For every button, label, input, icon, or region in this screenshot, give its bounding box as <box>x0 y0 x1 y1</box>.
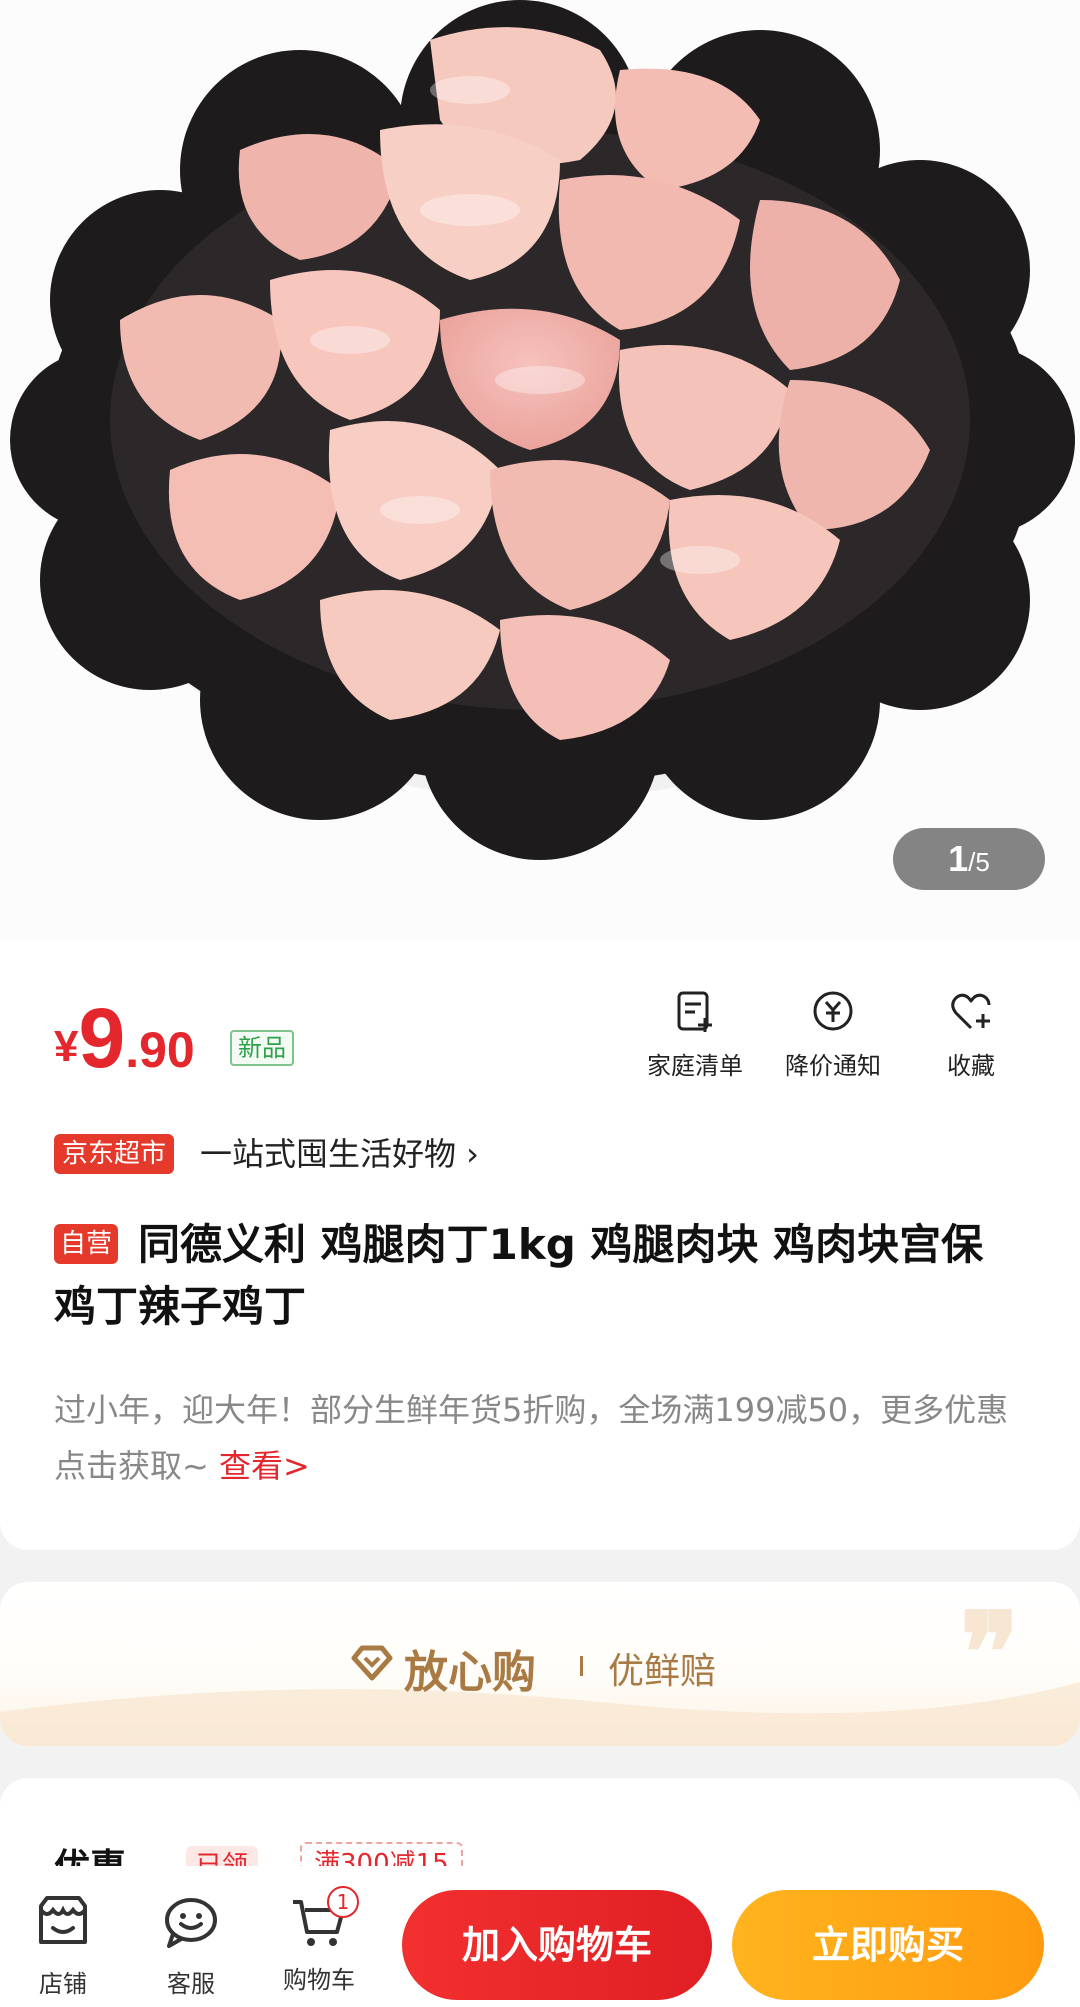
assurance-sub-label: 优鲜赔 <box>608 1651 717 1692</box>
family-list-button[interactable]: 家庭清单 <box>630 988 760 1081</box>
customer-service-tab-label: 客服 <box>167 1970 215 1998</box>
assurance-main-label: 放心购 <box>404 1647 536 1698</box>
image-total-count: /5 <box>968 847 990 877</box>
product-image-gallery[interactable]: 1/5 <box>0 0 1080 940</box>
product-price: ¥9.90 <box>54 990 195 1087</box>
list-add-icon <box>677 991 712 1032</box>
assurance-card[interactable] <box>0 1582 1080 1746</box>
favorite-button[interactable]: 收藏 <box>906 988 1036 1081</box>
promotion-view-link[interactable]: 查看> <box>219 1447 310 1485</box>
family-list-label: 家庭清单 <box>647 1052 743 1080</box>
price-decimal: .90 <box>125 1022 195 1078</box>
price-drop-label: 降价通知 <box>785 1052 881 1080</box>
image-current-index: 1 <box>948 838 969 879</box>
jd-supermarket-slogan-link[interactable]: 一站式囤生活好物 › <box>200 1130 479 1178</box>
diamond-heart-icon <box>351 1645 393 1681</box>
assurance-divider <box>580 1656 583 1676</box>
heart-add-icon <box>951 993 991 1030</box>
customer-service-tab[interactable]: 客服 <box>136 1892 246 1999</box>
jd-supermarket-tag[interactable]: 京东超市 <box>54 1134 175 1174</box>
price-drop-icon <box>813 991 853 1031</box>
price-drop-notify-button[interactable]: 降价通知 <box>768 988 898 1081</box>
image-page-indicator: 1/5 <box>893 828 1045 890</box>
add-to-cart-button[interactable]: 加入购物车 <box>402 1890 712 2000</box>
price-integer: 9 <box>78 991 126 1085</box>
store-tab-label: 店铺 <box>39 1970 87 1998</box>
cart-tab[interactable]: 1 购物车 <box>264 1886 374 1995</box>
promotion-text: 过小年，迎大年！部分生鲜年货5折购，全场满199减50，更多优惠点击获取~ <box>54 1391 1009 1485</box>
new-product-badge: 新品 <box>230 1030 294 1066</box>
buy-now-button[interactable]: 立即购买 <box>732 1890 1044 2000</box>
store-tab[interactable]: 店铺 <box>8 1892 118 1999</box>
product-title: 同德义利 鸡腿肉丁1kg 鸡腿肉块 鸡肉块宫保鸡丁辣子鸡丁 <box>54 1220 984 1331</box>
customer-service-icon <box>165 1898 217 1948</box>
cart-icon-wrap: 1 <box>289 1886 359 1952</box>
quote-decoration-icon: ❞ <box>960 1588 1020 1717</box>
currency-symbol: ¥ <box>54 1022 79 1071</box>
cart-tab-label: 购物车 <box>283 1966 355 1994</box>
promotion-notice: 过小年，迎大年！部分生鲜年货5折购，全场满199减50，更多优惠点击获取~ 查看… <box>54 1382 1014 1494</box>
product-detail-page: 1/5 ¥9.90 新品 家庭清单 降价通知 收藏 京东超市 一站式囤生活好物 … <box>0 0 1080 2007</box>
favorite-label: 收藏 <box>947 1052 995 1080</box>
cart-count-badge: 1 <box>327 1886 359 1918</box>
store-icon <box>39 1896 87 1944</box>
product-photo <box>0 0 1080 940</box>
assurance-wave-decoration <box>0 1682 1080 1746</box>
